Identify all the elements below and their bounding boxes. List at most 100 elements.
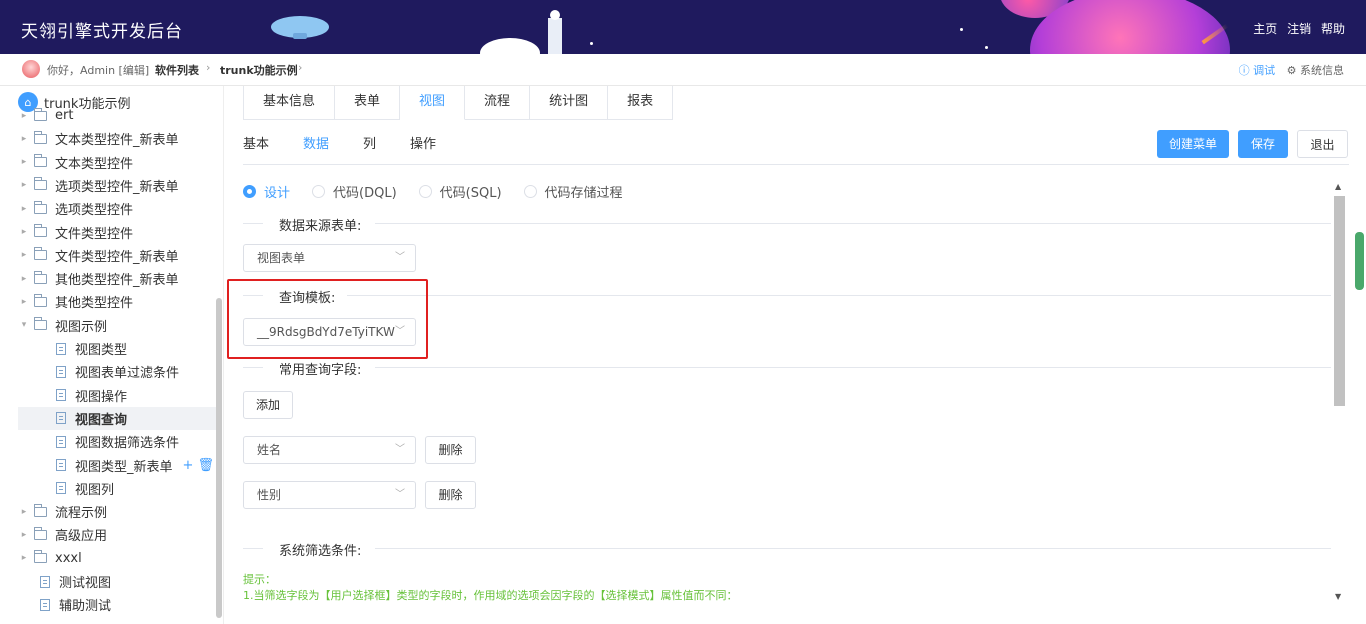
caret-right-icon[interactable]: ▸ — [18, 297, 30, 307]
datasource-select[interactable]: 视图表单 ﹀ — [243, 244, 416, 272]
tree-item[interactable]: 视图查询 — [18, 406, 220, 430]
tree-item-label: ert — [55, 108, 74, 123]
tree-item[interactable]: ▸ xxxl — [18, 547, 220, 570]
tree-item[interactable]: 测试视图 — [18, 570, 220, 593]
tree-item[interactable]: ▸ 文件类型控件_新表单 — [18, 244, 220, 267]
home-link[interactable]: 主页 — [1253, 22, 1277, 36]
mode-radio[interactable]: 代码存储过程 — [523, 182, 623, 201]
system-info-link[interactable]: ⚙ 系统信息 — [1287, 64, 1344, 77]
subtab-0[interactable]: 基本 — [243, 133, 269, 152]
tree-item-label: 视图类型 — [75, 343, 128, 358]
breadcrumb-software-list[interactable]: 软件列表 — [155, 62, 199, 78]
tab-5[interactable]: 报表 — [608, 86, 674, 120]
add-field-button[interactable]: 添加 — [243, 391, 293, 419]
sidebar-scrollbar[interactable] — [216, 298, 222, 618]
document-icon — [56, 482, 66, 495]
breadcrumb-current[interactable]: trunk功能示例 — [220, 62, 298, 78]
radio-circle-icon[interactable] — [418, 185, 432, 198]
tree-item[interactable]: ▸ 其他类型控件_新表单 — [18, 267, 220, 290]
tree-item[interactable]: 视图操作 — [18, 384, 220, 407]
tab-1[interactable]: 表单 — [335, 86, 401, 120]
radio-circle-icon[interactable] — [312, 185, 326, 198]
delete-field-button[interactable]: 删除 — [425, 481, 476, 509]
blimp-illustration — [271, 16, 329, 39]
save-button[interactable]: 保存 — [1238, 130, 1288, 158]
header-links: 主页 注销 帮助 — [1247, 20, 1345, 37]
tree-item[interactable]: ▸ 文件类型控件 — [18, 221, 220, 244]
mode-radio[interactable]: 代码(SQL) — [418, 182, 502, 201]
subtab-3[interactable]: 操作 — [410, 133, 436, 152]
hint-title: 提示： — [243, 573, 276, 586]
scroll-down-icon[interactable]: ▼ — [1335, 592, 1341, 601]
caret-right-icon[interactable]: ▸ — [18, 157, 30, 167]
caret-right-icon[interactable]: ▸ — [18, 227, 30, 237]
chevron-down-icon: ﹀ — [395, 252, 405, 263]
tree-item[interactable]: 视图类型_新表单 + 🗑 — [18, 454, 220, 477]
radio-circle-icon[interactable] — [523, 185, 537, 198]
tab-2[interactable]: 视图 — [400, 86, 466, 120]
tree-item-label: xxxl — [55, 550, 82, 566]
logout-link[interactable]: 注销 — [1287, 22, 1311, 36]
scroll-up-icon[interactable]: ▲ — [1335, 182, 1341, 191]
caret-right-icon[interactable]: ▸ — [18, 274, 30, 284]
tree-item[interactable]: ▸ 文本类型控件 — [18, 151, 220, 174]
caret-right-icon[interactable]: ▸ — [18, 530, 30, 540]
field-value: 性别 — [257, 488, 282, 502]
caret-down-icon[interactable]: ▾ — [18, 320, 30, 330]
mode-radio[interactable]: 设计 — [243, 182, 290, 201]
delete-field-button[interactable]: 删除 — [425, 436, 476, 464]
tree-item-label: 辅助测试 — [59, 599, 112, 615]
tree-item[interactable]: ▸ 流程示例 — [18, 500, 220, 523]
radio-label: 代码存储过程 — [544, 186, 623, 201]
chevron-down-icon: ﹀ — [395, 489, 405, 500]
subtab-2[interactable]: 列 — [363, 133, 376, 152]
caret-right-icon[interactable]: ▸ — [18, 111, 30, 121]
add-delete-icon[interactable]: + 🗑 — [182, 458, 214, 473]
divider — [375, 548, 1331, 549]
tree-item[interactable]: 视图表单过滤条件 — [18, 360, 220, 383]
mode-radio[interactable]: 代码(DQL) — [312, 182, 397, 201]
tree-item[interactable]: ▸ 文本类型控件_新表单 — [18, 127, 220, 150]
tree-item[interactable]: ▸ ert — [18, 104, 220, 127]
caret-right-icon[interactable]: ▸ — [18, 250, 30, 260]
field-select-gender[interactable]: 性别 ﹀ — [243, 481, 416, 509]
tree-item[interactable]: 视图类型 — [18, 337, 220, 360]
tree-item[interactable]: ▸ 其他类型控件 — [18, 290, 220, 313]
radio-label: 设计 — [264, 186, 291, 201]
caret-right-icon[interactable]: ▸ — [18, 134, 30, 144]
caret-right-icon[interactable]: ▸ — [18, 553, 30, 563]
tab-4[interactable]: 统计图 — [530, 86, 609, 120]
avatar[interactable] — [22, 60, 40, 78]
debug-link[interactable]: ⓘ 调试 — [1239, 64, 1276, 77]
folder-icon — [34, 247, 47, 261]
radio-circle-icon[interactable] — [243, 185, 256, 198]
tree-item[interactable]: ▾ 视图示例 — [18, 314, 220, 337]
window-edge-handle[interactable] — [1355, 232, 1364, 290]
tree-item[interactable]: 辅助测试 — [18, 593, 220, 616]
tree-item-label: 文本类型控件 — [55, 156, 134, 172]
caret-right-icon[interactable]: ▸ — [18, 180, 30, 190]
tree-item[interactable]: ▸ 选项类型控件 — [18, 197, 220, 220]
create-menu-button[interactable]: 创建菜单 — [1157, 130, 1229, 158]
scroll-thumb[interactable] — [1334, 196, 1345, 406]
caret-right-icon[interactable]: ▸ — [18, 204, 30, 214]
tree-item[interactable]: ▸ 选项类型控件_新表单 — [18, 174, 220, 197]
tree-item[interactable]: ▸ 高级应用 — [18, 523, 220, 546]
document-icon — [56, 389, 66, 402]
exit-button[interactable]: 退出 — [1297, 130, 1348, 158]
subtabs-divider — [243, 164, 1349, 165]
sidebar: ⌂ trunk功能示例 ▸ ert ▸ 文本类型控件_新表单 ▸ 文本类型控件 ▸ 选项类型控… — [0, 86, 224, 624]
folder-icon — [34, 270, 47, 284]
document-icon — [56, 365, 66, 378]
tree-item[interactable]: 视图数据筛选条件 — [18, 430, 220, 453]
tab-0[interactable]: 基本信息 — [244, 86, 336, 120]
tab-3[interactable]: 流程 — [465, 86, 531, 120]
subtab-1[interactable]: 数据 — [303, 133, 329, 152]
caret-right-icon[interactable]: ▸ — [18, 507, 30, 517]
user-greeting[interactable]: 你好，Admin [编辑] — [47, 62, 149, 78]
tree-item[interactable]: 视图列 — [18, 477, 220, 500]
field-select-name[interactable]: 姓名 ﹀ — [243, 436, 416, 464]
content-scrollbar[interactable]: ▲ ▼ — [1333, 180, 1347, 606]
help-link[interactable]: 帮助 — [1321, 22, 1345, 36]
datasource-section: 数据来源表单: — [243, 214, 1331, 234]
